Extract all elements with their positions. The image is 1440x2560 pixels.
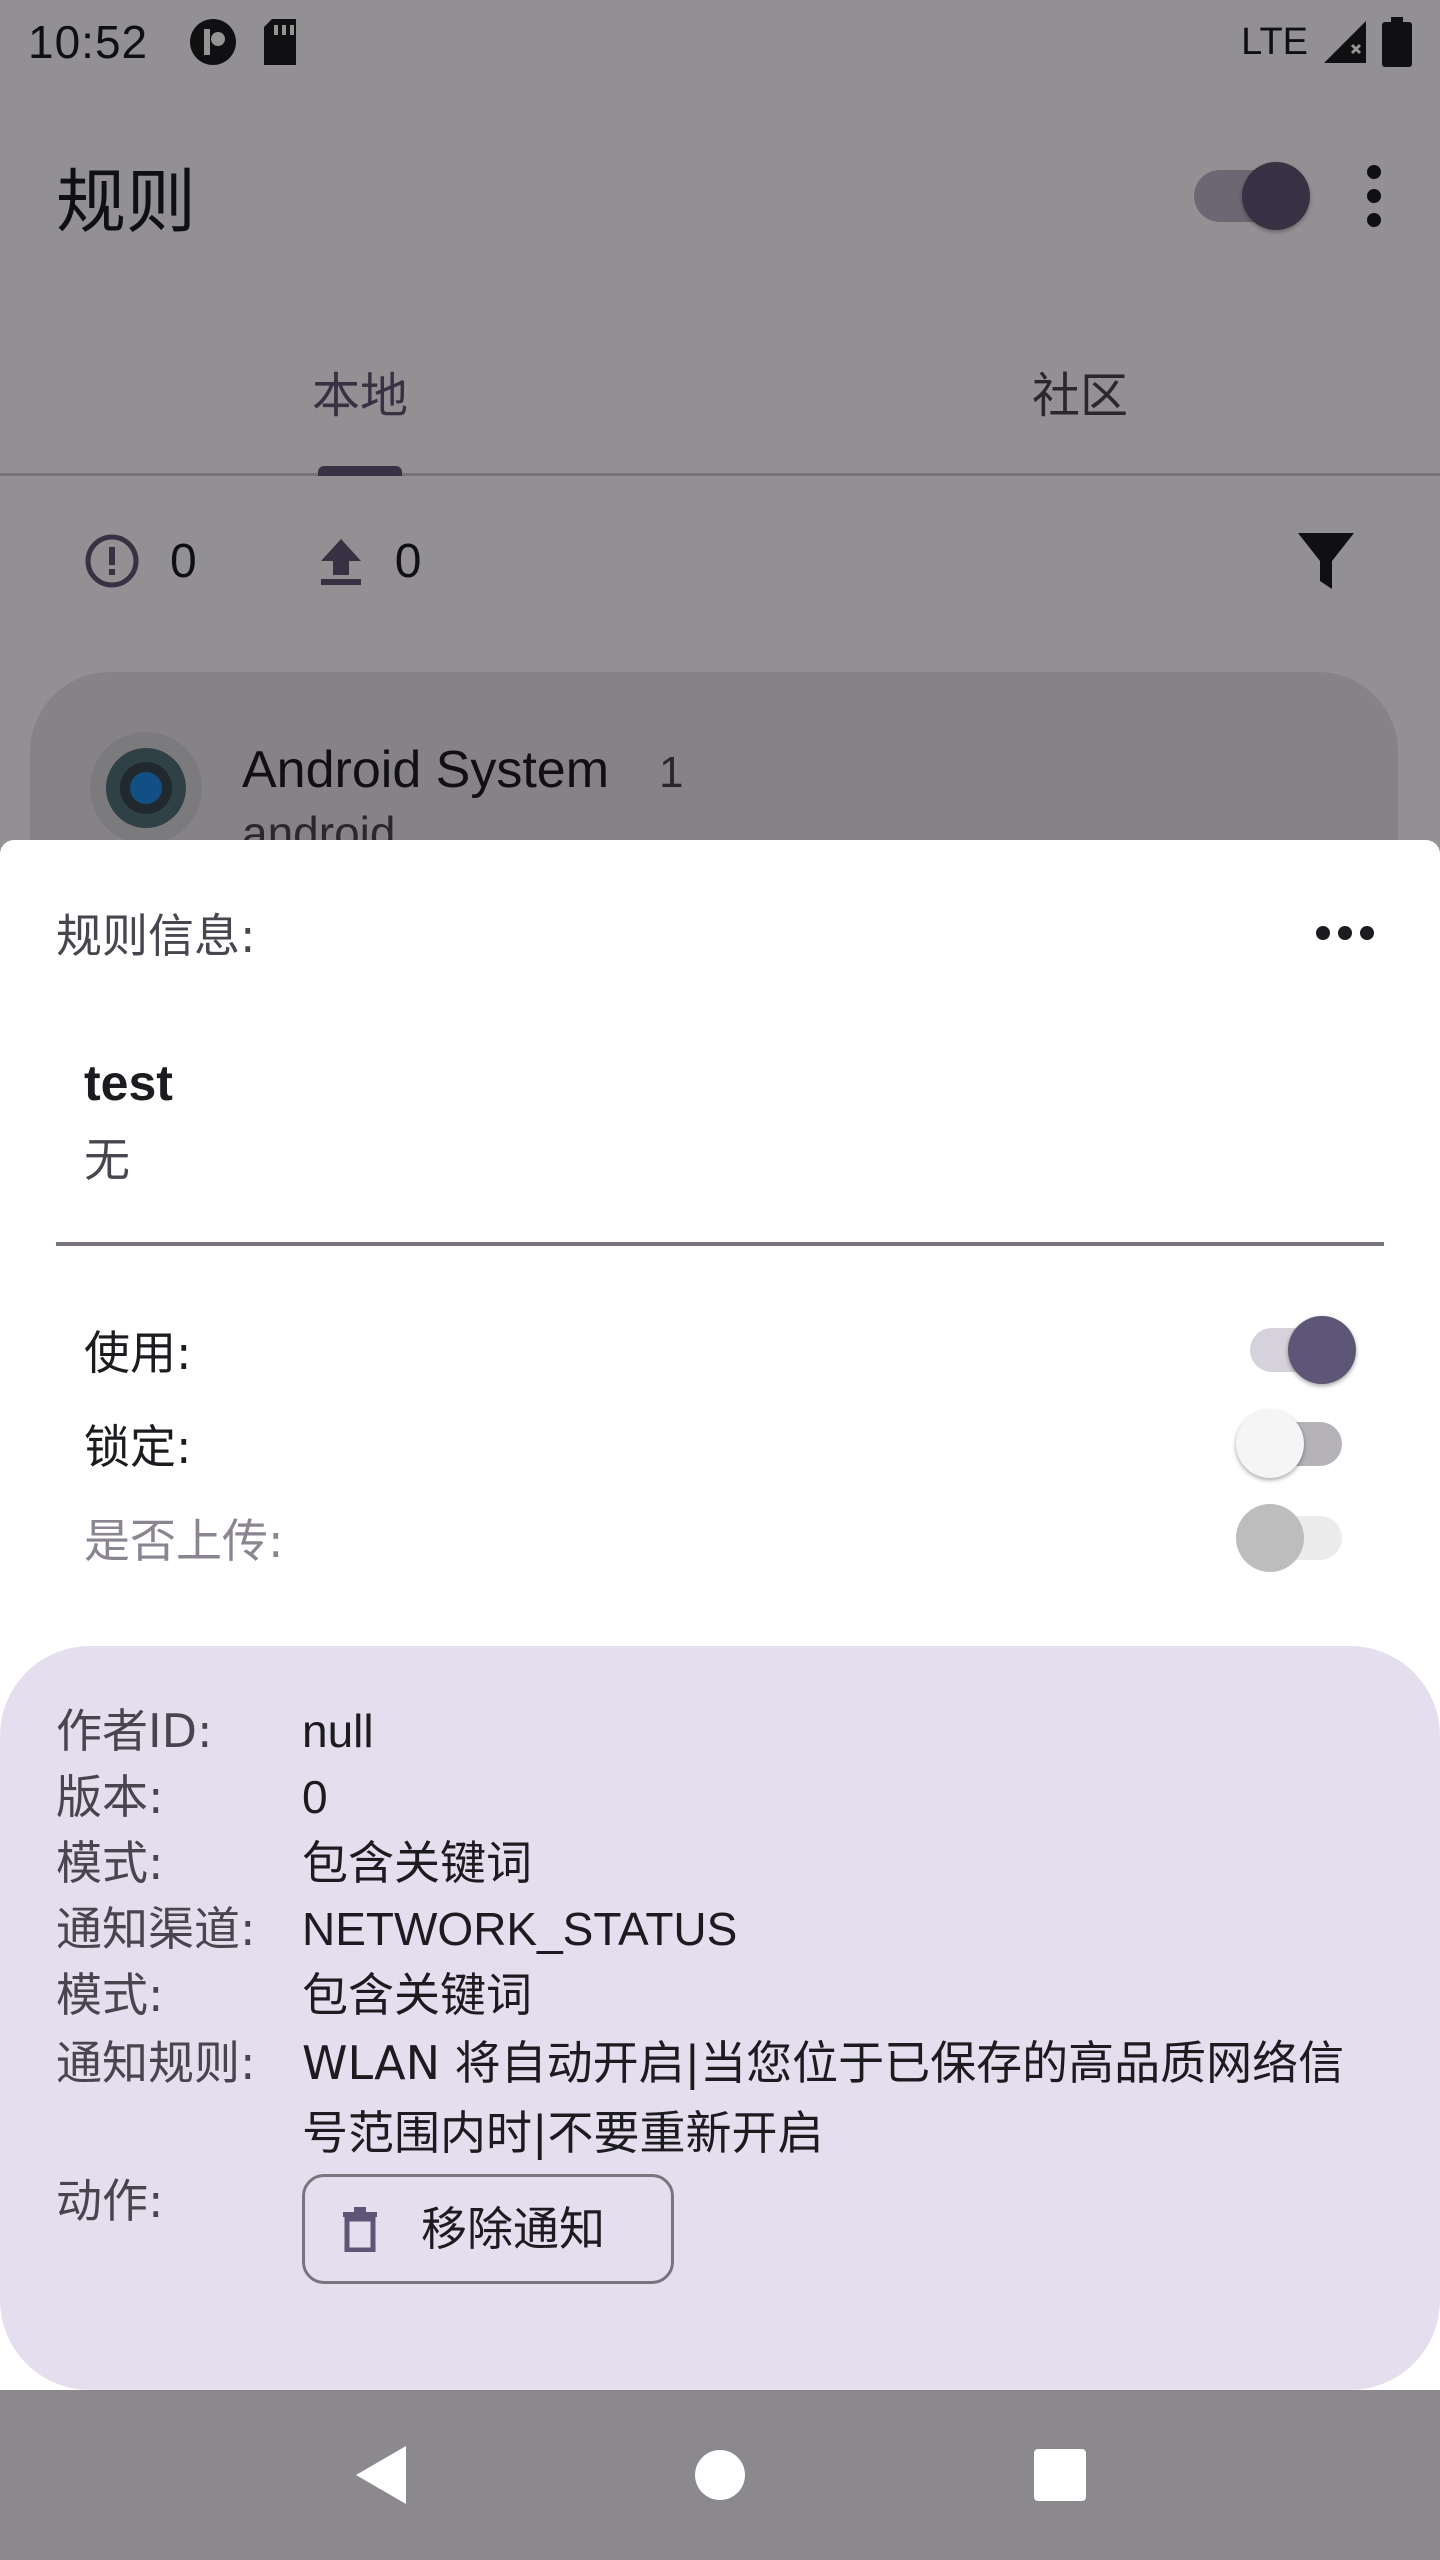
rule-name: test <box>84 1055 173 1111</box>
option-upload-label: 是否上传: <box>84 1514 284 1568</box>
switch-knob <box>1236 1504 1304 1572</box>
info-row-rule: 通知规则: WLAN 将自动开启|当您位于已保存的高品质网络信号范围内时|不要重… <box>56 2028 1360 2168</box>
author-id-value: null <box>302 1705 374 1757</box>
info-row-version: 版本: 0 <box>56 1764 1360 1830</box>
more-dot <box>1360 926 1374 940</box>
locked-switch[interactable] <box>1236 1410 1342 1478</box>
option-upload-row: 是否上传: <box>84 1498 1356 1578</box>
recents-square-icon <box>1034 2449 1086 2501</box>
switch-knob <box>1288 1316 1356 1384</box>
back-triangle-icon <box>356 2446 406 2504</box>
enabled-switch[interactable] <box>1250 1316 1356 1384</box>
home-circle-icon <box>695 2450 745 2500</box>
option-locked-row: 锁定: <box>84 1404 1356 1484</box>
remove-notification-button[interactable]: 移除通知 <box>302 2174 674 2284</box>
rule-description: 无 <box>84 1133 130 1187</box>
mode-value: 包含关键词 <box>302 1968 532 2022</box>
nav-recents-button[interactable] <box>1020 2435 1100 2515</box>
info-key: 版本: <box>56 1770 164 1824</box>
option-enabled-row: 使用: <box>84 1310 1356 1390</box>
more-options-button[interactable] <box>1306 914 1384 952</box>
version-value: 0 <box>302 1771 328 1823</box>
nav-back-button[interactable] <box>340 2435 420 2515</box>
info-row-author: 作者ID: null <box>56 1698 1360 1764</box>
info-key: 模式: <box>56 1836 164 1890</box>
info-row-channel: 通知渠道: NETWORK_STATUS <box>56 1896 1360 1962</box>
info-row-action: 动作: 移除通知 <box>56 2168 1360 2284</box>
system-nav-bar <box>0 2390 1440 2560</box>
more-dot <box>1316 926 1330 940</box>
info-row-mode: 模式: 包含关键词 <box>56 1830 1360 1896</box>
sheet-title: 规则信息: <box>56 909 256 963</box>
info-key: 模式: <box>56 1968 164 2022</box>
mode-value: 包含关键词 <box>302 1836 532 1890</box>
switch-knob <box>1236 1410 1304 1478</box>
info-key: 通知渠道: <box>56 1902 256 1956</box>
notification-rule-value: WLAN 将自动开启|当您位于已保存的高品质网络信号范围内时|不要重新开启 <box>302 2036 1345 2160</box>
info-key: 作者ID: <box>56 1704 213 1758</box>
remove-notification-label: 移除通知 <box>421 2202 605 2256</box>
option-locked-label: 锁定: <box>84 1420 192 1474</box>
info-key: 通知规则: <box>56 2036 256 2090</box>
divider <box>56 1242 1384 1246</box>
upload-switch <box>1236 1504 1342 1572</box>
trash-icon <box>343 2207 377 2252</box>
more-dot <box>1338 926 1352 940</box>
info-key: 动作: <box>56 2174 164 2228</box>
nav-home-button[interactable] <box>680 2435 760 2515</box>
info-row-mode-2: 模式: 包含关键词 <box>56 1962 1360 2028</box>
rule-info-sheet: 规则信息: test 无 使用: 锁定: 是否上传: 作者ID: null 版本… <box>0 840 1440 2390</box>
option-enabled-label: 使用: <box>84 1326 192 1380</box>
channel-value: NETWORK_STATUS <box>302 1903 738 1955</box>
rule-details-card: 作者ID: null 版本: 0 模式: 包含关键词 通知渠道: NETWORK… <box>0 1646 1440 2390</box>
